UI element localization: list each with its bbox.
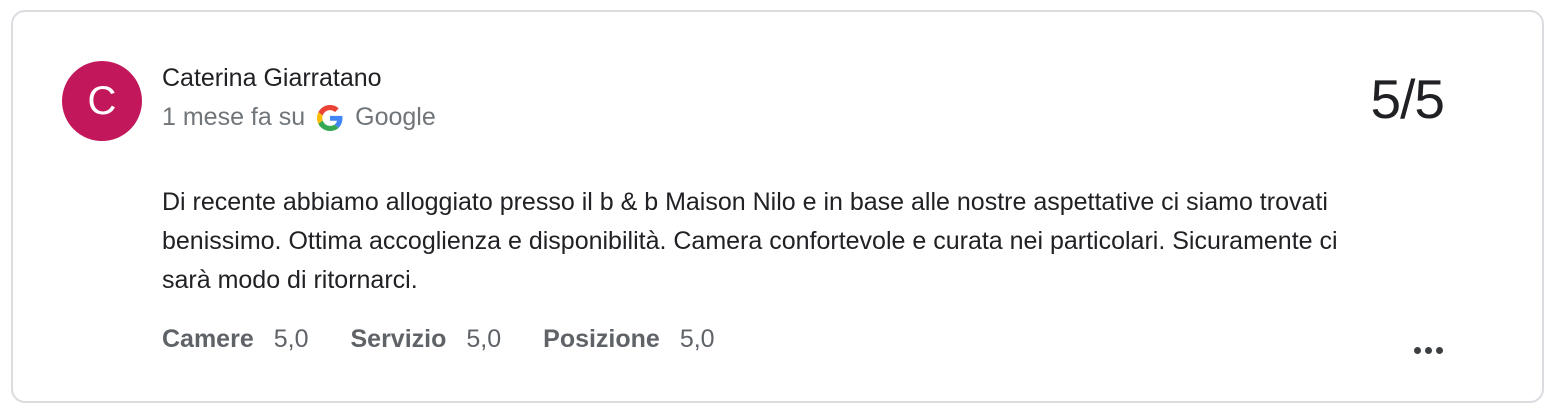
review-score: 5/5: [1370, 68, 1445, 130]
review-meta: 1 mese fa su Google: [162, 103, 436, 132]
google-g-icon: [317, 104, 343, 131]
category-ratings: Camere 5,0 Servizio 5,0 Posizione 5,0: [162, 325, 757, 354]
rating-label: Servizio: [350, 325, 447, 353]
rating-posizione: Posizione 5,0: [543, 325, 714, 354]
time-ago: 1 mese fa su: [162, 103, 306, 131]
rating-label: Posizione: [543, 325, 660, 353]
more-options-button[interactable]: [1408, 334, 1448, 366]
rating-value: 5,0: [273, 325, 309, 353]
avatar-letter: C: [87, 79, 117, 123]
rating-camere: Camere 5,0: [162, 325, 309, 354]
avatar: C: [62, 61, 142, 141]
review-card: C Caterina Giarratano 1 mese fa su Googl…: [11, 10, 1544, 403]
more-horizontal-icon: [1412, 346, 1445, 354]
rating-servizio: Servizio 5,0: [351, 325, 502, 354]
rating-value: 5,0: [466, 325, 502, 353]
rating-label: Camere: [162, 325, 254, 353]
review-text: Di recente abbiamo alloggiato presso il …: [162, 188, 1338, 294]
rating-value: 5,0: [679, 325, 715, 353]
source-name: Google: [355, 103, 436, 131]
author-name[interactable]: Caterina Giarratano: [162, 64, 382, 93]
